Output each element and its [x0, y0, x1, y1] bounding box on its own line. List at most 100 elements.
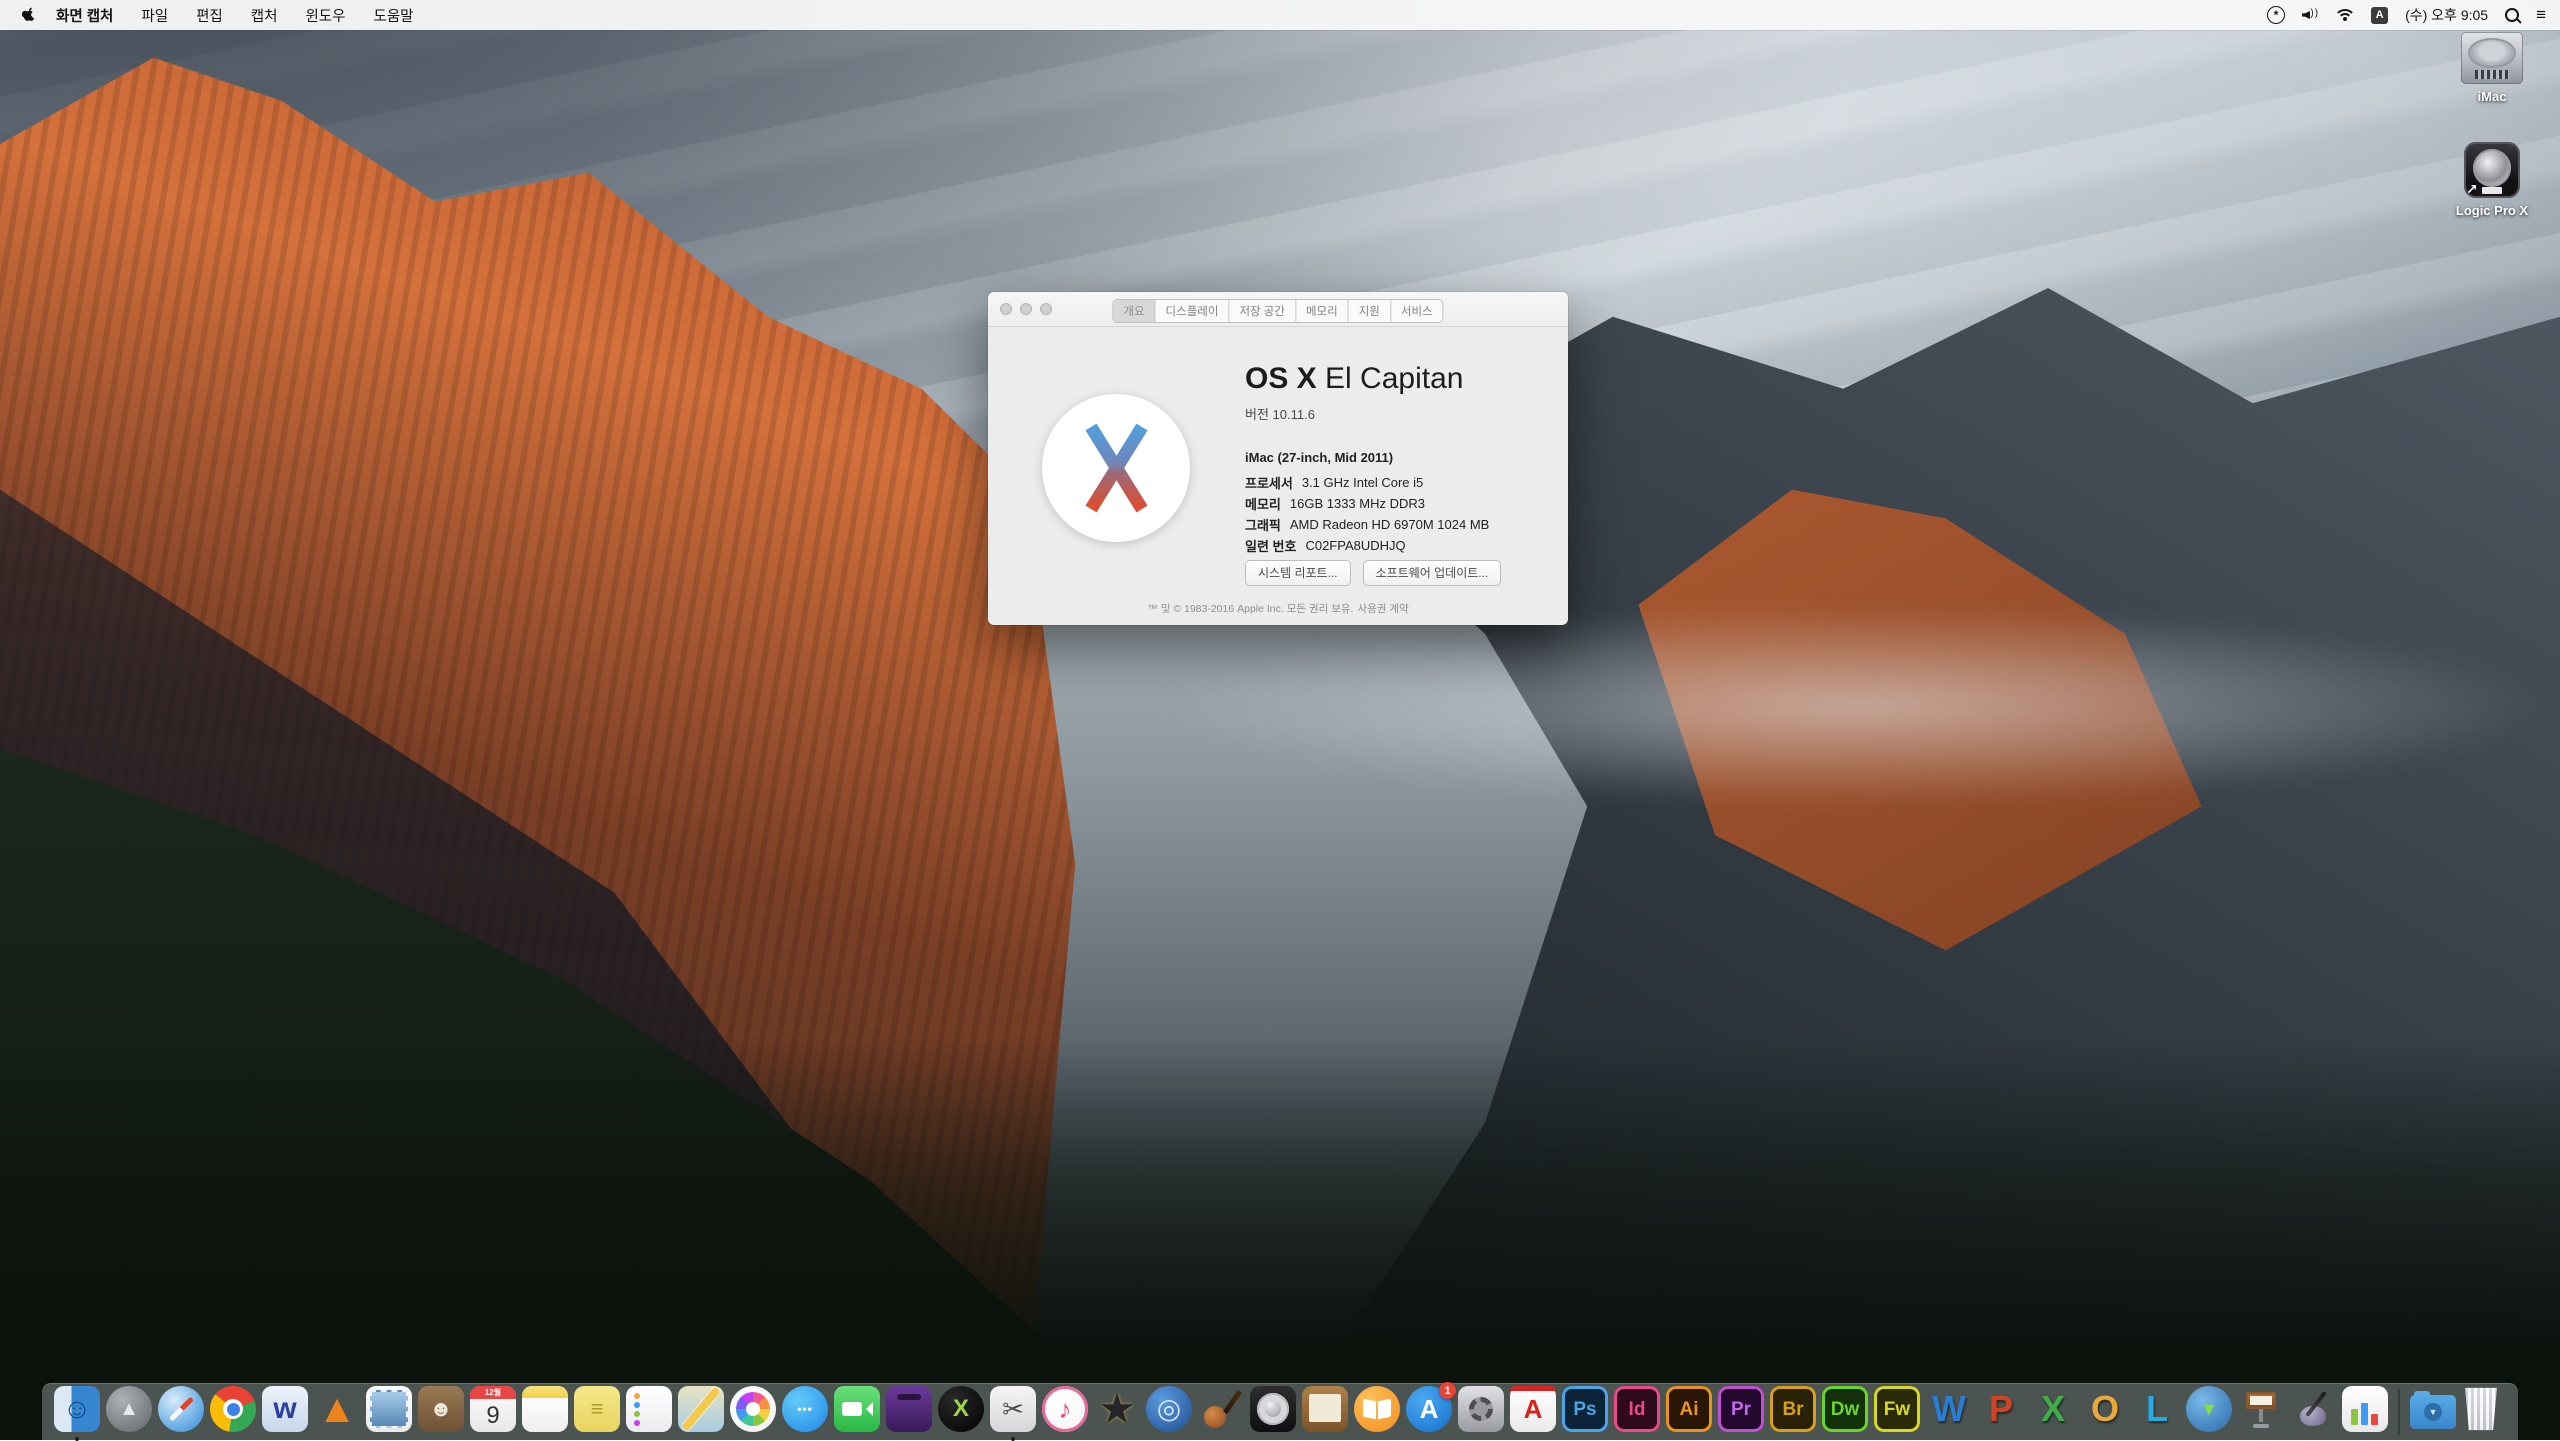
- menubar-menu-2[interactable]: 캡처: [251, 5, 278, 26]
- bk-r: [1378, 1399, 1391, 1420]
- dock-facetime[interactable]: [834, 1386, 880, 1438]
- minimize-button[interactable]: [1020, 303, 1032, 315]
- dock-premiere-pro[interactable]: Pr: [1718, 1386, 1764, 1438]
- dock-download-manager[interactable]: ▼: [2186, 1386, 2232, 1438]
- menubar-menus: 파일 편집 캡처 윈도우 도움말: [141, 5, 413, 26]
- dock-grab-screen-capture[interactable]: ✂: [990, 1386, 1036, 1438]
- menubar-clock[interactable]: (수) 오후 9:05: [2405, 5, 2488, 25]
- screen-capture-status-icon[interactable]: *: [2267, 6, 2285, 24]
- desktop-icon-imac-drive[interactable]: iMac: [2448, 32, 2536, 104]
- bridge-glyph: Br: [1782, 1400, 1803, 1419]
- dock-itunes[interactable]: ♪: [1042, 1386, 1088, 1438]
- about-button-1[interactable]: 소프트웨어 업데이트...: [1363, 560, 1502, 586]
- imovie-glyph: ★: [1098, 1388, 1136, 1430]
- menubar-menu-4[interactable]: 도움말: [373, 5, 413, 26]
- dock-xee[interactable]: X: [938, 1386, 984, 1438]
- notification-center-icon[interactable]: ≡: [2536, 5, 2546, 25]
- illustrator-glyph: Ai: [1680, 1400, 1699, 1419]
- acrobat-reader-glyph: A: [1524, 1396, 1543, 1422]
- dock-downloads-folder[interactable]: ▼: [2410, 1386, 2456, 1438]
- dock-idvd[interactable]: ◎: [1146, 1386, 1192, 1438]
- dock-vlc[interactable]: ▲: [314, 1386, 360, 1438]
- dock-photoshop[interactable]: Ps: [1562, 1386, 1608, 1438]
- dock-pages[interactable]: [2290, 1386, 2336, 1438]
- indesign-glyph: Id: [1629, 1400, 1646, 1419]
- window-titlebar[interactable]: 개요디스플레이저장 공간메모리지원서비스: [988, 292, 1568, 327]
- dock-app-store[interactable]: A1: [1406, 1386, 1452, 1438]
- dock-numbers[interactable]: [2342, 1386, 2388, 1438]
- os-title-bold: OS X: [1245, 362, 1317, 395]
- dock-calendar[interactable]: 12월9: [470, 1386, 516, 1438]
- dock-messages[interactable]: •••: [782, 1386, 828, 1438]
- zoom-button[interactable]: [1040, 303, 1052, 315]
- about-tab-4[interactable]: 지원: [1349, 300, 1391, 322]
- menubar-menu-3[interactable]: 윈도우: [305, 5, 345, 26]
- dock-word[interactable]: W: [1926, 1386, 1972, 1438]
- copyright-footer: ™ 및 © 1983-2016 Apple Inc. 모든 권리 보유.사용권 …: [988, 601, 1568, 616]
- dock-iweb[interactable]: [1302, 1386, 1348, 1438]
- dock-finder[interactable]: ☺: [54, 1386, 100, 1438]
- dock-reminders[interactable]: [626, 1386, 672, 1438]
- dock-trash[interactable]: [2462, 1386, 2508, 1438]
- dock-powerpoint[interactable]: P: [1978, 1386, 2024, 1438]
- spec-row-1: 메모리16GB 1333 MHz DDR3: [1245, 493, 1489, 514]
- menubar-menu-0[interactable]: 파일: [141, 5, 168, 26]
- about-tab-0[interactable]: 개요: [1113, 300, 1155, 322]
- dock-maps[interactable]: [678, 1386, 724, 1438]
- dock-contacts[interactable]: ☻: [418, 1386, 464, 1438]
- dock-stickies[interactable]: ≡: [574, 1386, 620, 1438]
- dock-outlook[interactable]: O: [2082, 1386, 2128, 1438]
- dock-chrome[interactable]: [210, 1386, 256, 1438]
- chrome-core: [227, 1403, 240, 1416]
- dock-keynote[interactable]: [2238, 1386, 2284, 1438]
- dock-bridge[interactable]: Br: [1770, 1386, 1816, 1438]
- dock-lync[interactable]: L: [2134, 1386, 2180, 1438]
- desktop-icon-logic-pro-x[interactable]: ↗ Logic Pro X: [2448, 142, 2536, 218]
- dock-logic-pro-x[interactable]: [1250, 1386, 1296, 1438]
- about-tab-3[interactable]: 메모리: [1296, 300, 1349, 322]
- paper: [1309, 1394, 1341, 1422]
- road: [681, 1387, 721, 1432]
- dock-imovie[interactable]: ★: [1094, 1386, 1140, 1438]
- slot: [897, 1394, 921, 1400]
- dock-photos[interactable]: [730, 1386, 776, 1438]
- about-button-0[interactable]: 시스템 리포트...: [1245, 560, 1351, 586]
- fireworks-icon: Fw: [1874, 1386, 1920, 1432]
- dock-excel[interactable]: X: [2030, 1386, 2076, 1438]
- dock-acrobat-reader[interactable]: A: [1510, 1386, 1556, 1438]
- menubar-app-name[interactable]: 화면 캡처: [56, 5, 113, 26]
- about-tab-2[interactable]: 저장 공간: [1229, 300, 1296, 322]
- dock-illustrator[interactable]: Ai: [1666, 1386, 1712, 1438]
- menubar-status-area: * A (수) 오후 9:05 ≡: [2267, 5, 2546, 25]
- dock-mail[interactable]: [366, 1386, 412, 1438]
- dock-launchpad[interactable]: ▲: [106, 1386, 152, 1438]
- dock-webhard[interactable]: w: [262, 1386, 308, 1438]
- close-button[interactable]: [1000, 303, 1012, 315]
- dock-toast-titanium[interactable]: [886, 1386, 932, 1438]
- about-tab-5[interactable]: 서비스: [1391, 300, 1443, 322]
- dock-system-preferences[interactable]: [1458, 1386, 1504, 1438]
- dock-indesign[interactable]: Id: [1614, 1386, 1660, 1438]
- input-source-badge[interactable]: A: [2371, 7, 2388, 24]
- idvd-icon: ◎: [1146, 1386, 1192, 1432]
- about-tab-1[interactable]: 디스플레이: [1156, 300, 1230, 322]
- dock-ibooks[interactable]: [1354, 1386, 1400, 1438]
- garageband-icon: [1198, 1386, 1244, 1432]
- dock-notes[interactable]: [522, 1386, 568, 1438]
- bridge-icon: Br: [1770, 1386, 1816, 1432]
- wifi-icon[interactable]: [2336, 9, 2354, 22]
- outlook-glyph: O: [2091, 1391, 2119, 1427]
- spotlight-icon[interactable]: [2505, 8, 2519, 22]
- messages-glyph: •••: [797, 1403, 813, 1415]
- dock-garageband[interactable]: [1198, 1386, 1244, 1438]
- volume-icon[interactable]: [2302, 9, 2319, 22]
- spec-value: 16GB 1333 MHz DDR3: [1290, 496, 1425, 511]
- dock-dreamweaver[interactable]: Dw: [1822, 1386, 1868, 1438]
- photoshop-glyph: Ps: [1573, 1400, 1596, 1419]
- dock-fireworks[interactable]: Fw: [1874, 1386, 1920, 1438]
- license-link[interactable]: 사용권 계약: [1357, 603, 1408, 615]
- imovie-icon: ★: [1094, 1386, 1140, 1432]
- dock-safari[interactable]: [158, 1386, 204, 1438]
- menubar-menu-1[interactable]: 편집: [196, 5, 223, 26]
- apple-menu-icon[interactable]: [22, 7, 36, 24]
